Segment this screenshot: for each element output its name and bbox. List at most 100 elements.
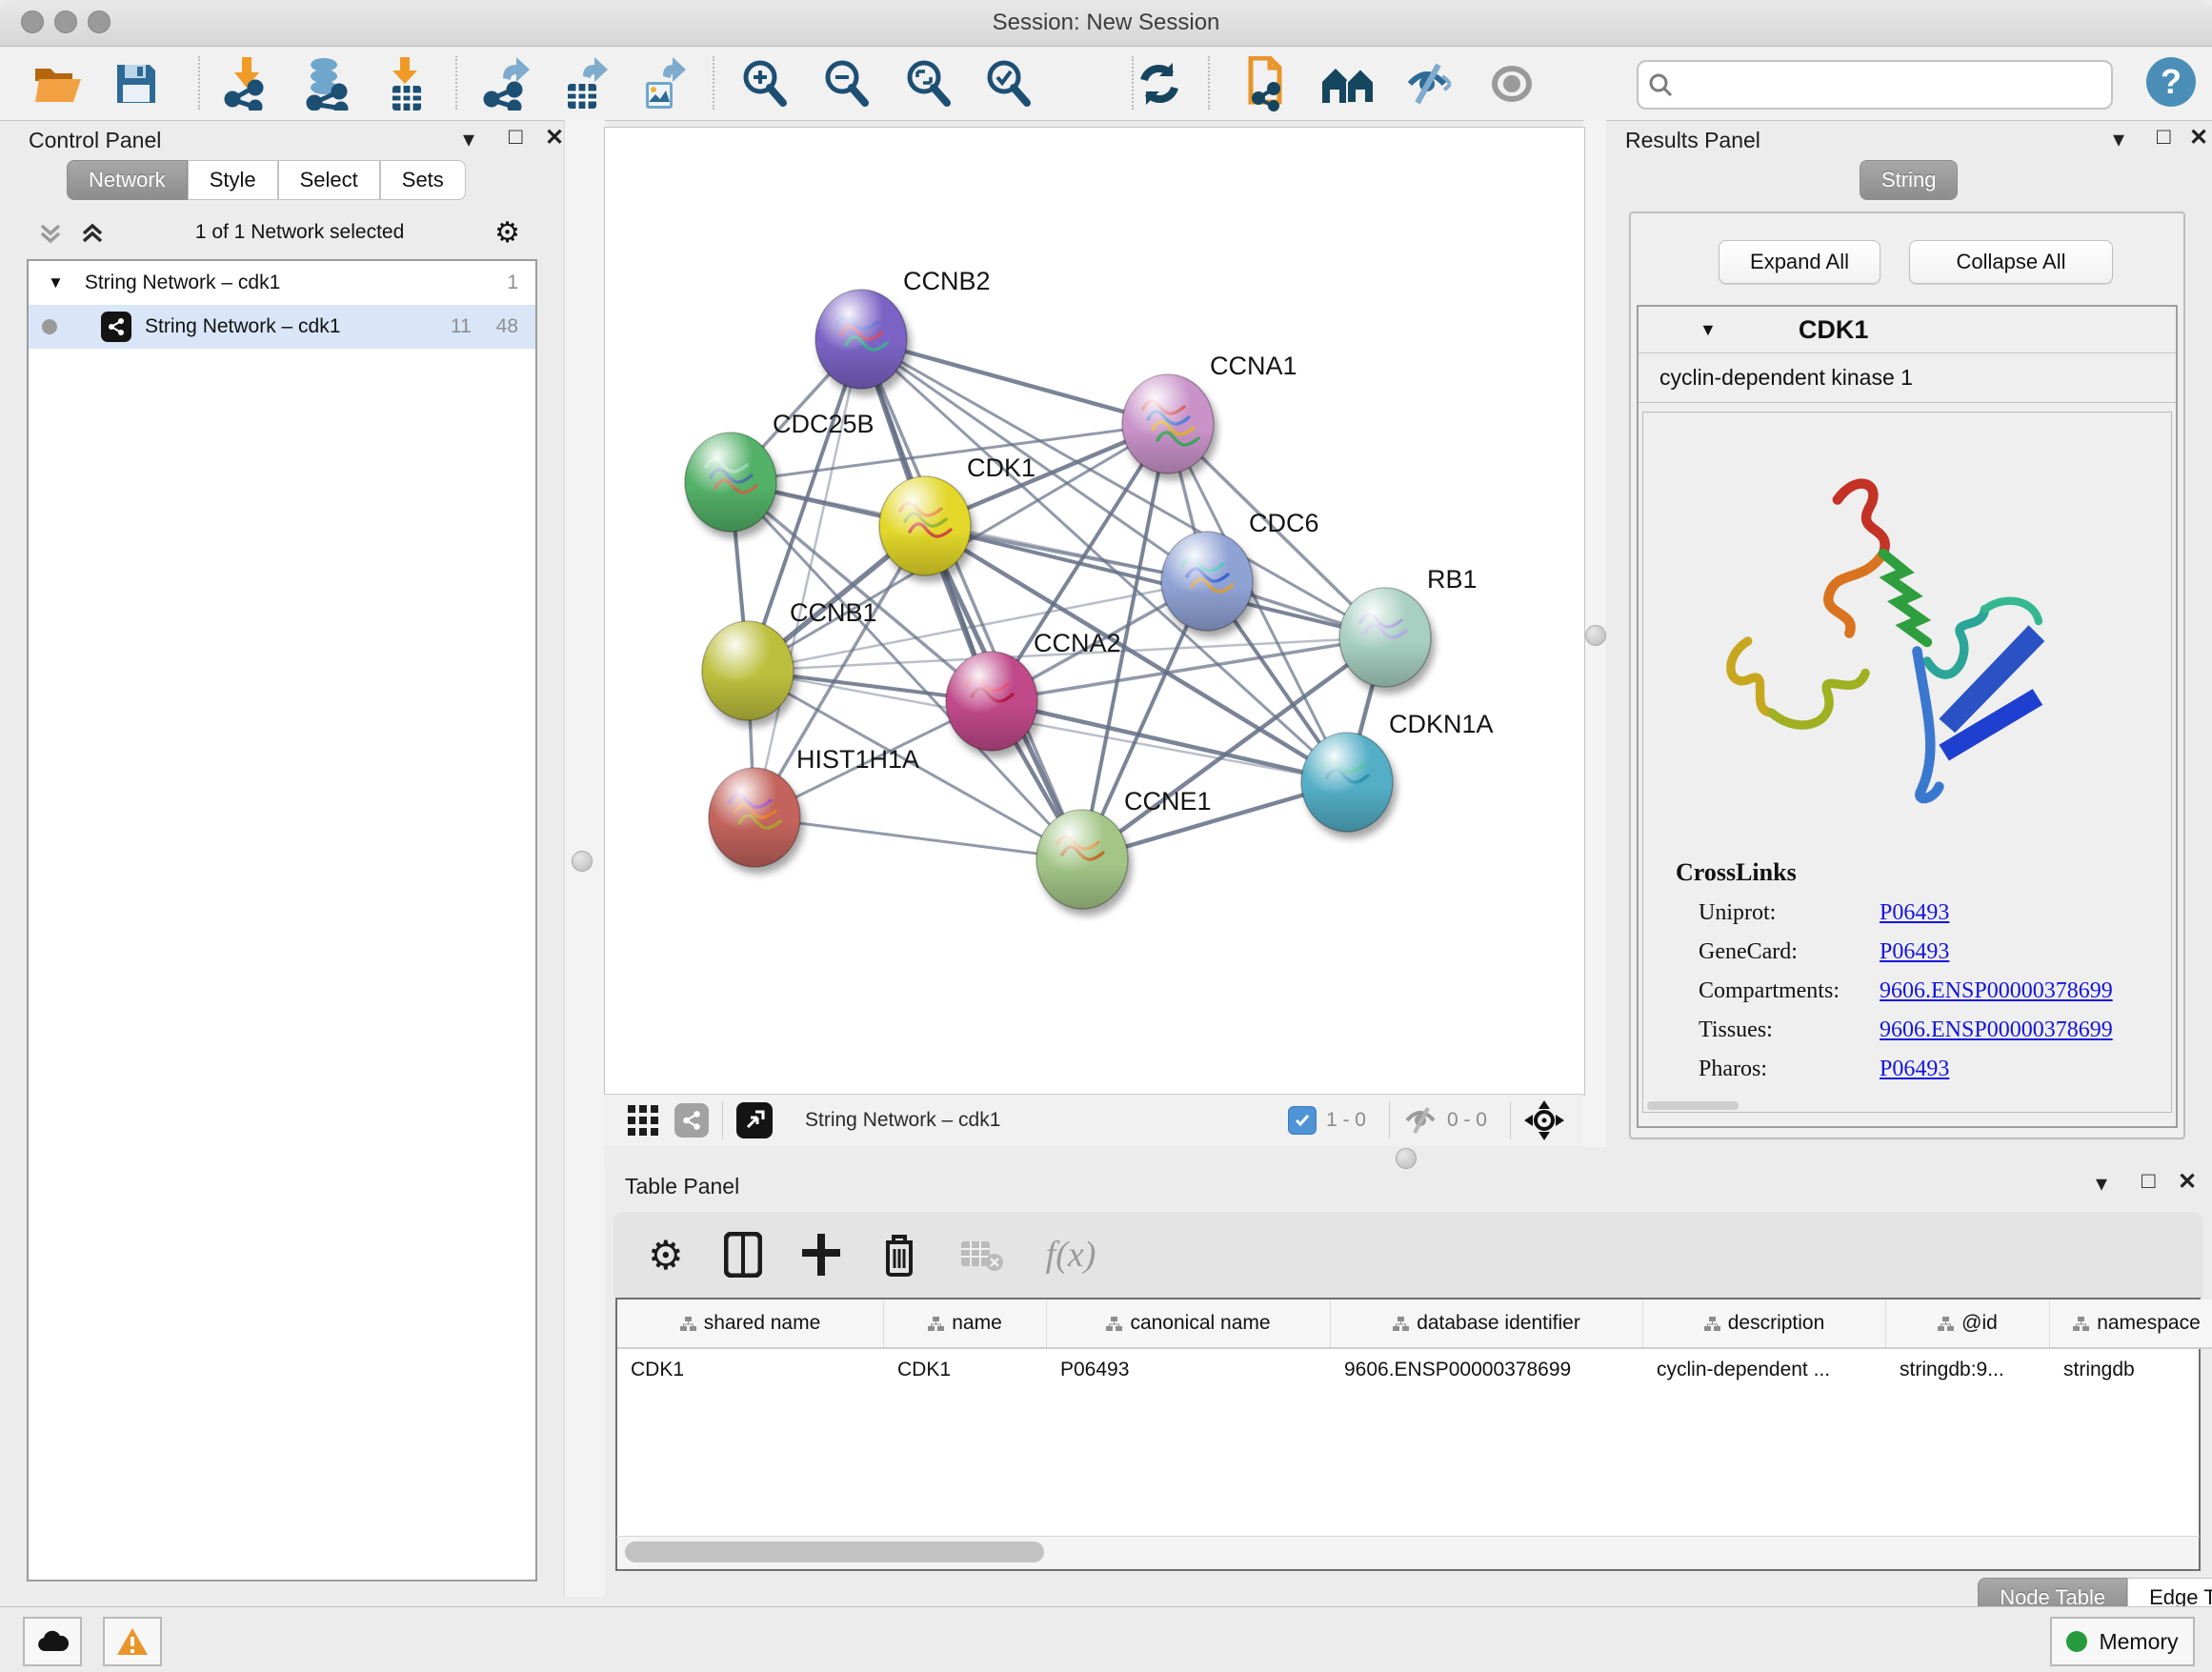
import-network-icon[interactable]	[217, 54, 276, 113]
export-image-icon[interactable]	[634, 54, 694, 113]
status-bar: Memory	[0, 1606, 2212, 1672]
results-panel-close-icon[interactable]: ✕	[2189, 124, 2208, 151]
import-network-from-database-icon[interactable]	[297, 54, 356, 113]
expand-all-networks-icon[interactable]	[38, 220, 63, 245]
network-node-CCNE1[interactable]: CCNE1	[1036, 787, 1212, 909]
show-panel-icon[interactable]	[1482, 54, 1541, 113]
grid-view-icon[interactable]	[627, 1104, 659, 1137]
table-cell[interactable]: stringdb:9...	[1886, 1348, 2050, 1391]
tab-string[interactable]: String	[1860, 160, 1958, 200]
save-session-icon[interactable]	[107, 54, 166, 113]
table-toolbar: ⚙ f(x)	[613, 1212, 2202, 1298]
right-splitter-handle[interactable]	[1585, 625, 1606, 646]
import-table-icon[interactable]	[377, 54, 436, 113]
help-icon[interactable]: ?	[2142, 52, 2201, 111]
collection-collapse-icon[interactable]: ▼	[48, 273, 64, 292]
search-input[interactable]	[1682, 65, 2111, 105]
network-edge[interactable]	[925, 526, 1385, 637]
collapse-all-button[interactable]: Collapse All	[1909, 240, 2113, 284]
table-horizontal-scrollbar[interactable]	[615, 1536, 2201, 1571]
control-panel-menu-icon[interactable]: ▾	[463, 126, 474, 153]
memory-button[interactable]: Memory	[2050, 1617, 2195, 1666]
network-node-CDKN1A[interactable]: CDKN1A	[1301, 710, 1494, 832]
table-panel-menu-icon[interactable]: ▾	[2096, 1170, 2107, 1198]
table-cell[interactable]: 9606.ENSP00000378699	[1331, 1348, 1643, 1391]
zoom-out-icon[interactable]	[817, 54, 876, 113]
column-header-canonical-name[interactable]: canonical name	[1047, 1299, 1331, 1348]
control-panel-float-icon[interactable]: □	[509, 124, 523, 151]
table-header-row[interactable]: shared namenamecanonical namedatabase id…	[617, 1299, 2212, 1348]
column-header-shared-name[interactable]: shared name	[617, 1299, 884, 1348]
tab-sets[interactable]: Sets	[380, 160, 466, 200]
home-icon[interactable]	[1318, 54, 1377, 113]
table-cell[interactable]: CDK1	[617, 1348, 884, 1391]
fit-content-crosshair-icon[interactable]	[1524, 1100, 1564, 1140]
network-node-RB1[interactable]: RB1	[1339, 565, 1478, 687]
hide-panel-icon[interactable]	[1400, 54, 1459, 113]
table-cell[interactable]: stringdb	[2050, 1348, 2212, 1391]
table-cell[interactable]: P06493	[1047, 1348, 1331, 1391]
crosslink-link[interactable]: P06493	[1880, 939, 1949, 965]
export-network-icon[interactable]	[476, 54, 535, 113]
crosslink-link[interactable]: 9606.ENSP00000378699	[1880, 978, 2113, 1004]
column-header-namespace[interactable]: namespace	[2050, 1299, 2212, 1348]
table-cell[interactable]: CDK1	[884, 1348, 1047, 1391]
network-icon-toggle[interactable]	[674, 1103, 709, 1138]
network-node-CDC25B[interactable]: CDC25B	[685, 410, 875, 532]
results-panel-float-icon[interactable]: □	[2157, 124, 2171, 151]
crosslink-link[interactable]: P06493	[1880, 900, 1949, 926]
warning-status-button[interactable]	[103, 1617, 162, 1666]
create-column-icon[interactable]	[800, 1232, 842, 1278]
search-field[interactable]	[1637, 60, 2113, 110]
crosslink-label: Compartments:	[1699, 978, 1880, 1004]
tab-style[interactable]: Style	[188, 160, 278, 200]
tab-select[interactable]: Select	[278, 160, 380, 200]
network-canvas[interactable]: CCNB2CCNA1CDC25BCDK1CDC6RB1CCNB1CCNA2CDK…	[605, 128, 1584, 1095]
selected-checkbox-icon[interactable]	[1288, 1106, 1317, 1135]
network-node-CDC6[interactable]: CDC6	[1161, 509, 1319, 631]
network-options-gear-icon[interactable]: ⚙	[494, 216, 520, 250]
delete-column-icon[interactable]	[880, 1231, 918, 1279]
results-panel-menu-icon[interactable]: ▾	[2113, 126, 2124, 153]
column-header-name[interactable]: name	[884, 1299, 1047, 1348]
table-body[interactable]: CDK1CDK1P064939606.ENSP00000378699cyclin…	[617, 1348, 2212, 1391]
table-cell[interactable]: cyclin-dependent ...	[1643, 1348, 1886, 1391]
network-row[interactable]: String Network – cdk1 11 48	[29, 305, 535, 349]
zoom-fit-icon[interactable]	[899, 54, 958, 113]
network-node-CCNB1[interactable]: CCNB1	[702, 598, 877, 720]
crosslink-link[interactable]: 9606.ENSP00000378699	[1880, 1017, 2113, 1043]
table-row[interactable]: CDK1CDK1P064939606.ENSP00000378699cyclin…	[617, 1348, 2212, 1391]
column-header-description[interactable]: description	[1643, 1299, 1886, 1348]
left-splitter-handle[interactable]	[572, 851, 593, 872]
show-columns-icon[interactable]	[724, 1232, 762, 1278]
column-header-database-identifier[interactable]: database identifier	[1331, 1299, 1643, 1348]
tab-network[interactable]: Network	[67, 160, 188, 200]
birds-eye-view-icon[interactable]	[736, 1102, 773, 1138]
gene-card-scrollbar[interactable]	[1647, 1101, 1739, 1110]
table-options-gear-icon[interactable]: ⚙	[648, 1232, 684, 1279]
export-table-icon[interactable]	[556, 54, 615, 113]
collapse-all-networks-icon[interactable]	[80, 220, 105, 245]
refresh-icon[interactable]	[1130, 54, 1189, 113]
memory-label: Memory	[2099, 1629, 2178, 1655]
table-scrollbar-thumb[interactable]	[625, 1541, 1044, 1562]
network-node-CCNB2[interactable]: CCNB2	[815, 267, 991, 389]
open-session-icon[interactable]	[29, 54, 88, 113]
zoom-in-icon[interactable]	[735, 54, 794, 113]
control-panel-close-icon[interactable]: ✕	[545, 124, 564, 151]
expand-all-button[interactable]: Expand All	[1719, 240, 1880, 284]
zoom-selected-icon[interactable]	[979, 54, 1038, 113]
network-node-label: CDKN1A	[1389, 710, 1494, 738]
table-panel-float-icon[interactable]: □	[2142, 1168, 2156, 1195]
network-collection-row[interactable]: ▼ String Network – cdk1 1	[29, 261, 535, 305]
table-panel-close-icon[interactable]: ✕	[2178, 1168, 2197, 1196]
crosslink-link[interactable]: P06493	[1880, 1057, 1949, 1082]
network-edge[interactable]	[754, 817, 1082, 859]
column-header-@id[interactable]: @id	[1886, 1299, 2050, 1348]
cloud-status-button[interactable]	[23, 1617, 82, 1666]
network-node-CCNA1[interactable]: CCNA1	[1122, 352, 1297, 473]
network-node-HIST1H1A[interactable]: HIST1H1A	[709, 745, 919, 867]
new-network-from-file-icon[interactable]	[1235, 54, 1294, 113]
gene-card-collapse-icon[interactable]: ▼	[1699, 320, 1717, 340]
network-tree: ▼ String Network – cdk1 1 String Network…	[27, 259, 537, 1581]
